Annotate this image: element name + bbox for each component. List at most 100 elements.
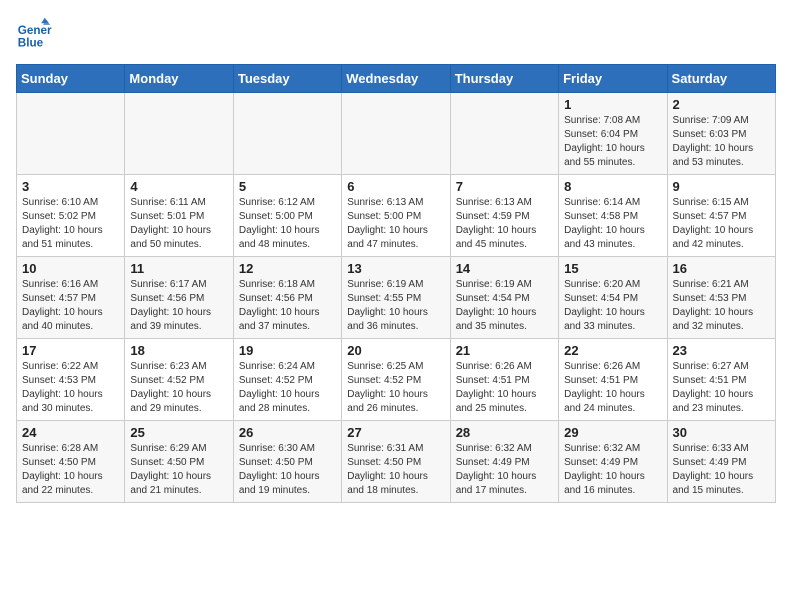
day-number: 6 — [347, 179, 444, 194]
calendar-cell-w0-d1 — [125, 93, 233, 175]
calendar-cell-w3-d2: 19 Sunrise: 6:24 AM Sunset: 4:52 PM Dayli… — [233, 339, 341, 421]
svg-text:Blue: Blue — [18, 37, 44, 50]
day-content: Sunrise: 6:24 AM Sunset: 4:52 PM Dayligh… — [239, 360, 336, 416]
calendar-cell-w0-d0 — [17, 93, 125, 175]
calendar-cell-w1-d4: 7 Sunrise: 6:13 AM Sunset: 4:59 PM Daylig… — [450, 175, 558, 257]
day-number: 5 — [239, 179, 336, 194]
calendar-cell-w0-d3 — [342, 93, 450, 175]
day-content: Sunrise: 6:13 AM Sunset: 4:59 PM Dayligh… — [456, 196, 553, 252]
day-number: 10 — [22, 261, 119, 276]
calendar-cell-w4-d1: 25 Sunrise: 6:29 AM Sunset: 4:50 PM Dayli… — [125, 421, 233, 503]
day-content: Sunrise: 6:22 AM Sunset: 4:53 PM Dayligh… — [22, 360, 119, 416]
day-number: 15 — [564, 261, 661, 276]
calendar-cell-w1-d5: 8 Sunrise: 6:14 AM Sunset: 4:58 PM Daylig… — [559, 175, 667, 257]
day-content: Sunrise: 6:19 AM Sunset: 4:54 PM Dayligh… — [456, 278, 553, 334]
day-number: 11 — [130, 261, 227, 276]
day-content: Sunrise: 6:32 AM Sunset: 4:49 PM Dayligh… — [564, 442, 661, 498]
calendar-table: SundayMondayTuesdayWednesdayThursdayFrid… — [16, 64, 776, 503]
day-number: 19 — [239, 343, 336, 358]
calendar-cell-w2-d5: 15 Sunrise: 6:20 AM Sunset: 4:54 PM Dayli… — [559, 257, 667, 339]
calendar-cell-w1-d2: 5Sunrise: 6:12 AM Sunset: 5:00 PM Daylig… — [233, 175, 341, 257]
logo-icon: General Blue — [16, 16, 52, 52]
calendar-cell-w4-d2: 26 Sunrise: 6:30 AM Sunset: 4:50 PM Dayli… — [233, 421, 341, 503]
day-number: 8 — [564, 179, 661, 194]
day-number: 26 — [239, 425, 336, 440]
calendar-cell-w0-d5: 1 Sunrise: 7:08 AM Sunset: 6:04 PM Daylig… — [559, 93, 667, 175]
day-content: Sunrise: 6:29 AM Sunset: 4:50 PM Dayligh… — [130, 442, 227, 498]
calendar-cell-w4-d3: 27Sunrise: 6:31 AM Sunset: 4:50 PM Dayli… — [342, 421, 450, 503]
day-content: Sunrise: 6:14 AM Sunset: 4:58 PM Dayligh… — [564, 196, 661, 252]
day-number: 30 — [673, 425, 770, 440]
logo: General Blue — [16, 16, 56, 52]
day-content: Sunrise: 7:08 AM Sunset: 6:04 PM Dayligh… — [564, 114, 661, 170]
day-number: 9 — [673, 179, 770, 194]
calendar-cell-w1-d0: 3 Sunrise: 6:10 AM Sunset: 5:02 PM Daylig… — [17, 175, 125, 257]
day-content: Sunrise: 6:15 AM Sunset: 4:57 PM Dayligh… — [673, 196, 770, 252]
day-number: 22 — [564, 343, 661, 358]
day-number: 2 — [673, 97, 770, 112]
day-content: Sunrise: 6:21 AM Sunset: 4:53 PM Dayligh… — [673, 278, 770, 334]
calendar-cell-w0-d6: 2 Sunrise: 7:09 AM Sunset: 6:03 PM Daylig… — [667, 93, 775, 175]
day-number: 25 — [130, 425, 227, 440]
day-number: 16 — [673, 261, 770, 276]
weekday-tuesday: Tuesday — [233, 65, 341, 93]
day-content: Sunrise: 6:32 AM Sunset: 4:49 PM Dayligh… — [456, 442, 553, 498]
day-number: 21 — [456, 343, 553, 358]
day-number: 3 — [22, 179, 119, 194]
calendar-cell-w4-d0: 24 Sunrise: 6:28 AM Sunset: 4:50 PM Dayli… — [17, 421, 125, 503]
day-number: 17 — [22, 343, 119, 358]
header: General Blue — [16, 16, 776, 52]
calendar-cell-w2-d0: 10 Sunrise: 6:16 AM Sunset: 4:57 PM Dayli… — [17, 257, 125, 339]
day-number: 4 — [130, 179, 227, 194]
day-content: Sunrise: 6:11 AM Sunset: 5:01 PM Dayligh… — [130, 196, 227, 252]
day-number: 12 — [239, 261, 336, 276]
day-number: 14 — [456, 261, 553, 276]
calendar-cell-w3-d6: 23 Sunrise: 6:27 AM Sunset: 4:51 PM Dayli… — [667, 339, 775, 421]
calendar-cell-w2-d2: 12 Sunrise: 6:18 AM Sunset: 4:56 PM Dayli… — [233, 257, 341, 339]
day-content: Sunrise: 6:33 AM Sunset: 4:49 PM Dayligh… — [673, 442, 770, 498]
calendar-cell-w1-d1: 4 Sunrise: 6:11 AM Sunset: 5:01 PM Daylig… — [125, 175, 233, 257]
calendar-cell-w3-d3: 20Sunrise: 6:25 AM Sunset: 4:52 PM Dayli… — [342, 339, 450, 421]
day-number: 13 — [347, 261, 444, 276]
day-content: Sunrise: 6:27 AM Sunset: 4:51 PM Dayligh… — [673, 360, 770, 416]
day-content: Sunrise: 6:26 AM Sunset: 4:51 PM Dayligh… — [564, 360, 661, 416]
weekday-friday: Friday — [559, 65, 667, 93]
calendar-cell-w2-d6: 16 Sunrise: 6:21 AM Sunset: 4:53 PM Dayli… — [667, 257, 775, 339]
day-content: Sunrise: 6:23 AM Sunset: 4:52 PM Dayligh… — [130, 360, 227, 416]
day-number: 18 — [130, 343, 227, 358]
day-number: 7 — [456, 179, 553, 194]
day-content: Sunrise: 7:09 AM Sunset: 6:03 PM Dayligh… — [673, 114, 770, 170]
calendar-cell-w4-d6: 30 Sunrise: 6:33 AM Sunset: 4:49 PM Dayli… — [667, 421, 775, 503]
day-number: 27 — [347, 425, 444, 440]
day-content: Sunrise: 6:16 AM Sunset: 4:57 PM Dayligh… — [22, 278, 119, 334]
calendar-cell-w2-d1: 11 Sunrise: 6:17 AM Sunset: 4:56 PM Dayli… — [125, 257, 233, 339]
day-number: 28 — [456, 425, 553, 440]
weekday-monday: Monday — [125, 65, 233, 93]
day-content: Sunrise: 6:28 AM Sunset: 4:50 PM Dayligh… — [22, 442, 119, 498]
day-content: Sunrise: 6:30 AM Sunset: 4:50 PM Dayligh… — [239, 442, 336, 498]
calendar-cell-w1-d3: 6 Sunrise: 6:13 AM Sunset: 5:00 PM Daylig… — [342, 175, 450, 257]
day-content: Sunrise: 6:20 AM Sunset: 4:54 PM Dayligh… — [564, 278, 661, 334]
calendar-cell-w0-d4 — [450, 93, 558, 175]
day-number: 1 — [564, 97, 661, 112]
day-number: 29 — [564, 425, 661, 440]
calendar-cell-w4-d4: 28 Sunrise: 6:32 AM Sunset: 4:49 PM Dayli… — [450, 421, 558, 503]
weekday-sunday: Sunday — [17, 65, 125, 93]
calendar-cell-w1-d6: 9 Sunrise: 6:15 AM Sunset: 4:57 PM Daylig… — [667, 175, 775, 257]
day-content: Sunrise: 6:10 AM Sunset: 5:02 PM Dayligh… — [22, 196, 119, 252]
day-number: 24 — [22, 425, 119, 440]
calendar-cell-w0-d2 — [233, 93, 341, 175]
day-content: Sunrise: 6:17 AM Sunset: 4:56 PM Dayligh… — [130, 278, 227, 334]
calendar-cell-w2-d4: 14 Sunrise: 6:19 AM Sunset: 4:54 PM Dayli… — [450, 257, 558, 339]
calendar-cell-w3-d1: 18 Sunrise: 6:23 AM Sunset: 4:52 PM Dayli… — [125, 339, 233, 421]
calendar-cell-w3-d0: 17 Sunrise: 6:22 AM Sunset: 4:53 PM Dayli… — [17, 339, 125, 421]
day-content: Sunrise: 6:18 AM Sunset: 4:56 PM Dayligh… — [239, 278, 336, 334]
weekday-wednesday: Wednesday — [342, 65, 450, 93]
day-content: Sunrise: 6:19 AM Sunset: 4:55 PM Dayligh… — [347, 278, 444, 334]
day-content: Sunrise: 6:13 AM Sunset: 5:00 PM Dayligh… — [347, 196, 444, 252]
day-number: 23 — [673, 343, 770, 358]
calendar-cell-w3-d4: 21Sunrise: 6:26 AM Sunset: 4:51 PM Dayli… — [450, 339, 558, 421]
calendar-cell-w3-d5: 22 Sunrise: 6:26 AM Sunset: 4:51 PM Dayli… — [559, 339, 667, 421]
calendar-cell-w2-d3: 13 Sunrise: 6:19 AM Sunset: 4:55 PM Dayli… — [342, 257, 450, 339]
day-number: 20 — [347, 343, 444, 358]
